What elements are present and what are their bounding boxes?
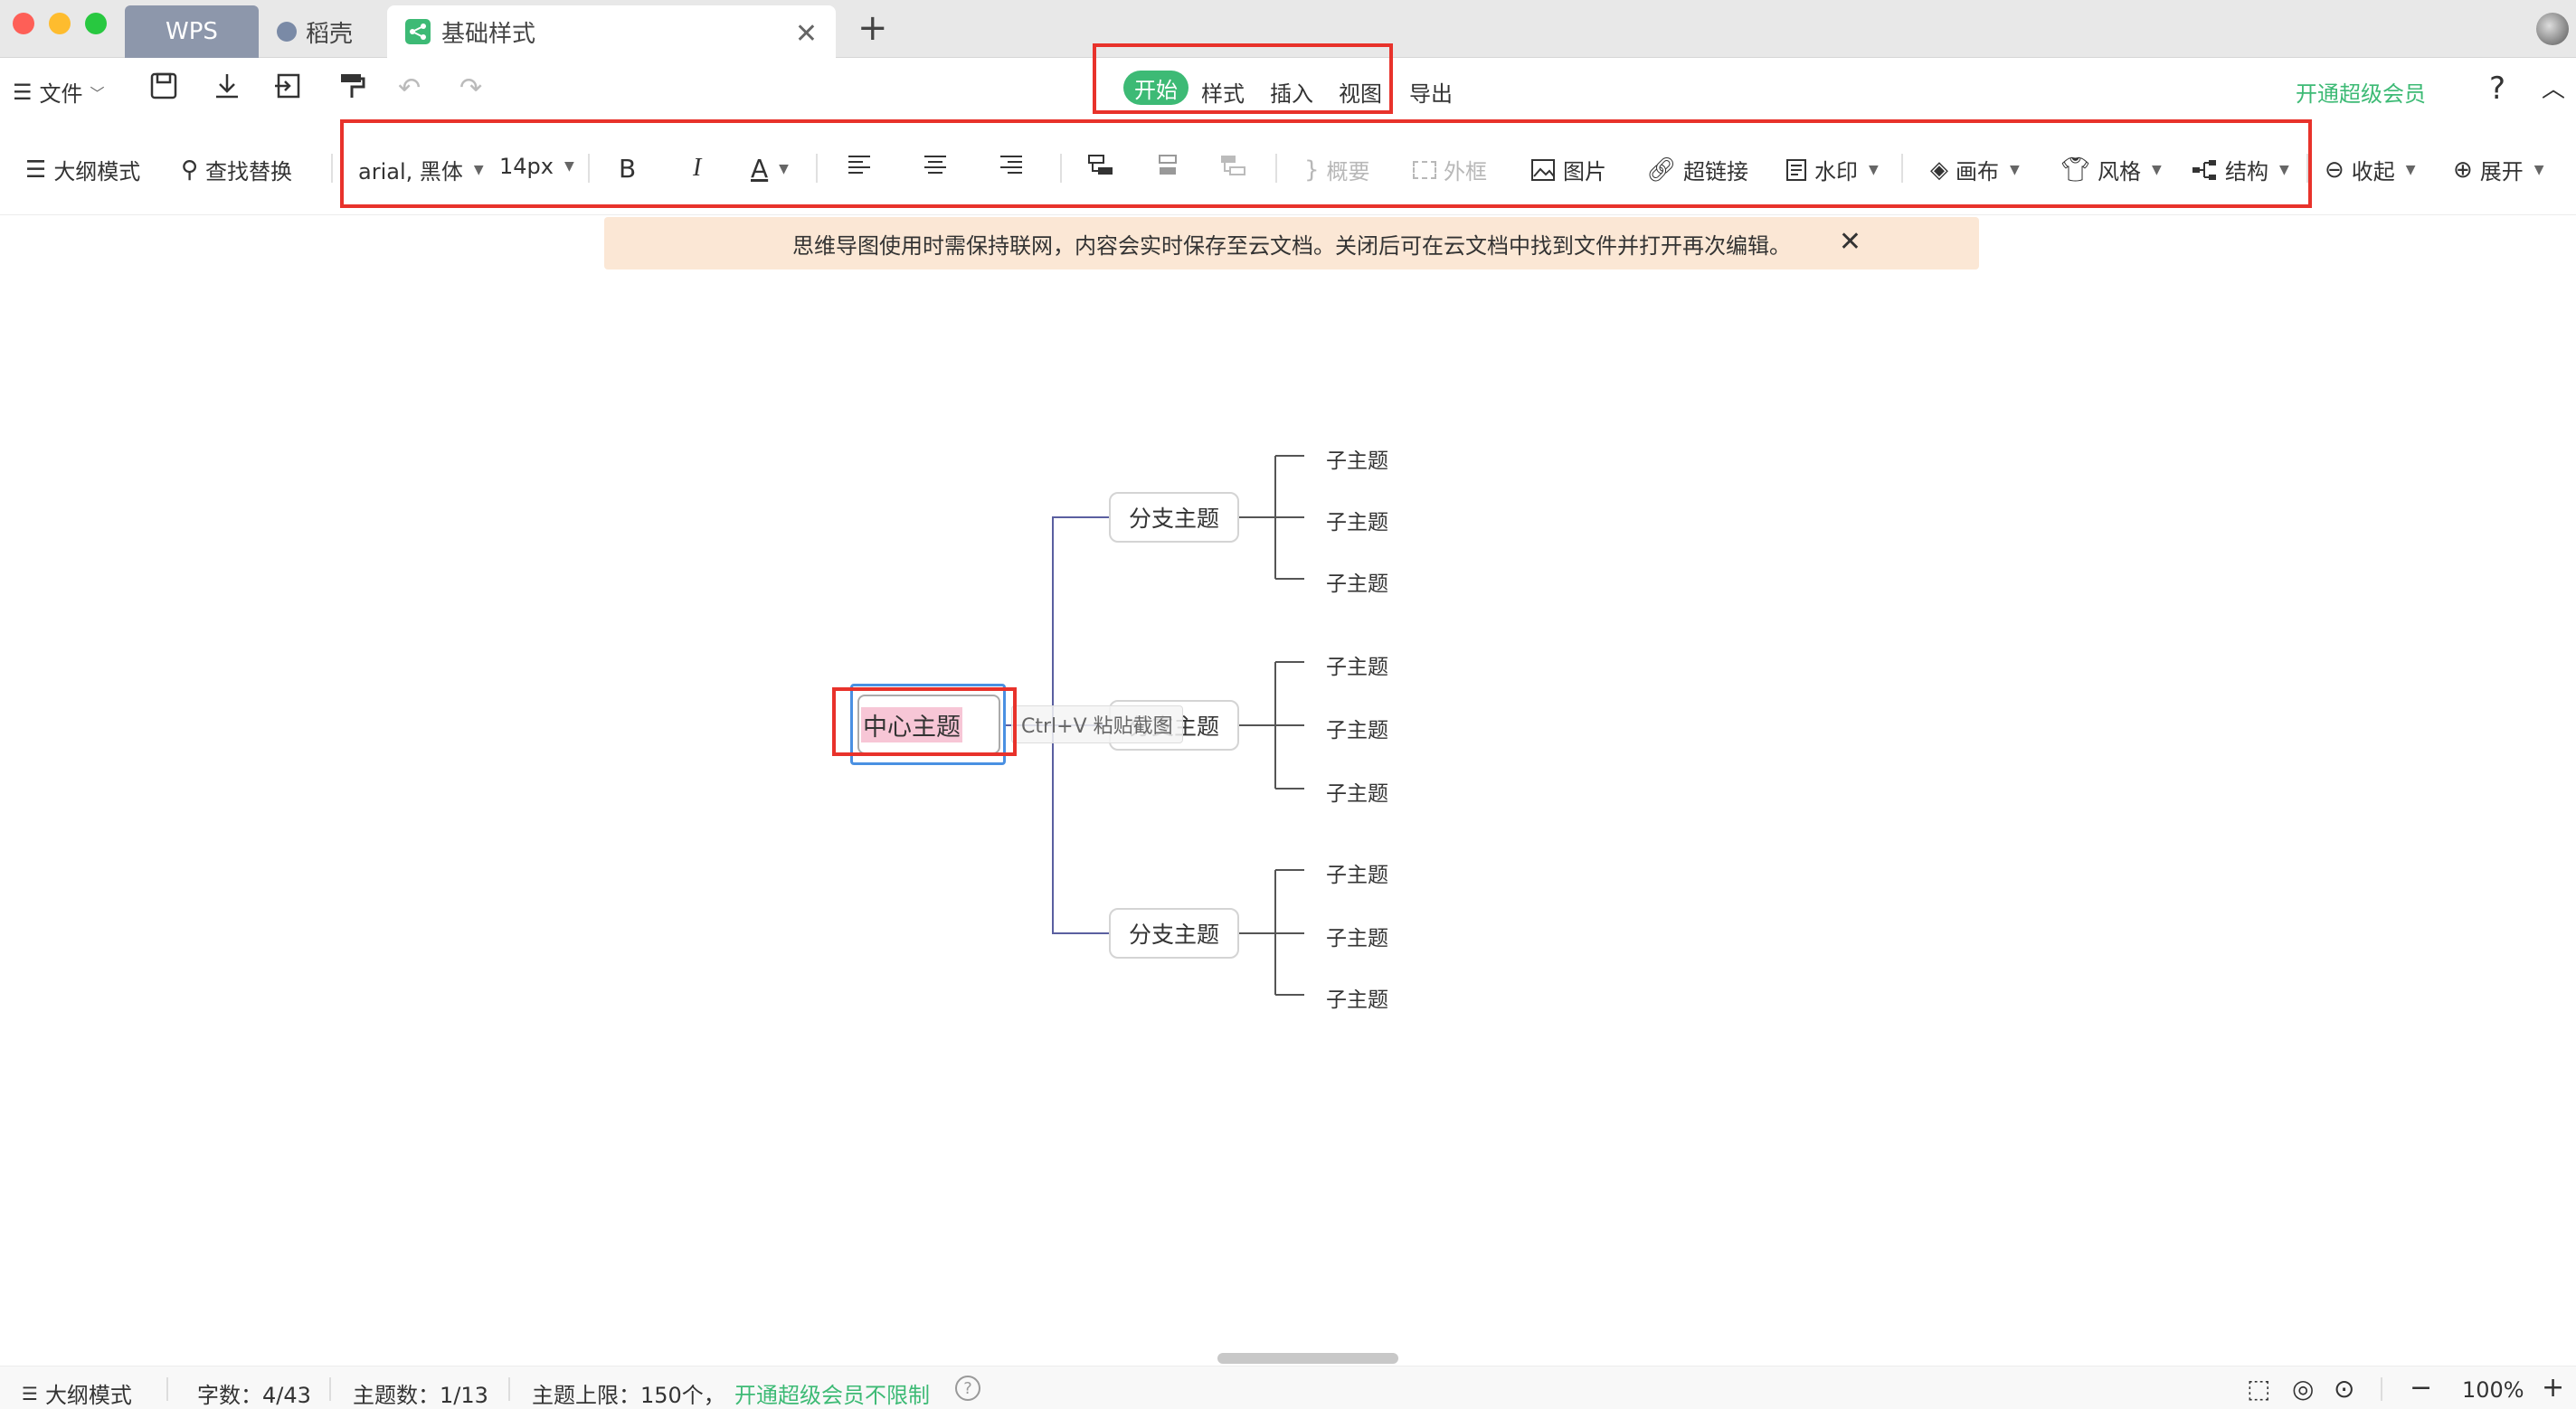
status-bar: ☰ 大纲模式 字数：4/43 主题数：1/13 主题上限：150个， 开通超级会… [0,1366,2576,1409]
subtopic[interactable]: 子主题 [1326,857,1388,888]
tab-mindmap-label: 基础样式 [441,20,536,48]
list-icon: ☰ [22,1382,38,1404]
save-icon[interactable] [148,71,179,107]
connector-lines [1004,455,1304,996]
minus-circle-icon: ⊖ [2325,156,2344,184]
outline-mode-label: 大纲模式 [53,159,141,184]
search-icon: ⚲ [181,156,199,184]
status-outline-label: 大纲模式 [44,1383,132,1408]
file-menu-label: 文件 [39,81,83,107]
format-painter-icon[interactable] [336,71,367,107]
vip-unlimited-link[interactable]: 开通超级会员不限制 [734,1377,930,1409]
list-icon: ☰ [25,156,47,184]
caret-down-icon: ▼ [2405,162,2416,177]
expand-label: 展开 [2479,159,2524,184]
minimize-window-button[interactable] [49,13,71,34]
plus-circle-icon: ⊕ [2453,156,2473,184]
user-avatar[interactable] [2536,13,2569,45]
word-count: 字数：4/43 [197,1383,311,1408]
close-notice-icon[interactable]: ✕ [1839,226,1861,258]
find-replace-button[interactable]: ⚲ 查找替换 [181,154,292,185]
subtopic[interactable]: 子主题 [1326,982,1388,1013]
new-tab-button[interactable]: + [857,7,888,49]
tab-export[interactable]: 导出 [1409,76,1453,108]
highlight-central-topic [832,687,1017,756]
subtopic[interactable]: 子主题 [1326,776,1388,807]
status-divider [166,1377,168,1401]
question-circle-icon[interactable]: ? [955,1376,980,1401]
outline-mode-button[interactable]: ☰ 大纲模式 [25,154,140,185]
subtopic[interactable]: 子主题 [1326,566,1388,597]
expand-button[interactable]: ⊕ 展开 ▼ [2453,154,2544,185]
collapse-label: 收起 [2351,159,2395,184]
find-replace-label: 查找替换 [205,159,293,184]
close-tab-icon[interactable]: ✕ [795,18,818,50]
tab-daoke-label: 稻壳 [306,20,354,48]
branch-topic-label: 分支主题 [1128,506,1219,532]
vip-link[interactable]: 开通超级会员 [2296,76,2426,108]
locate-target-icon[interactable]: ⊙ [2334,1374,2354,1404]
toolbar-divider [331,154,333,183]
branch-topic-label: 分支主题 [1128,922,1219,948]
subtopic[interactable]: 子主题 [1326,921,1388,951]
collapse-ribbon-icon[interactable]: ︿ [2542,71,2565,104]
maximize-window-button[interactable] [85,13,107,34]
select-tool-icon[interactable]: ⬚ [2247,1374,2270,1404]
zoom-out-button[interactable]: − [2410,1372,2432,1404]
tab-wps[interactable]: WPS [125,5,259,58]
subtopic[interactable]: 子主题 [1326,505,1388,535]
paste-hint-tooltip: Ctrl+V 粘贴截图 [1011,705,1183,743]
undo-icon[interactable]: ↶ [398,72,421,104]
hide-eye-icon[interactable]: ◎ [2292,1374,2314,1404]
topic-limit: 主题上限：150个， [532,1383,725,1408]
redo-icon[interactable]: ↷ [459,72,482,104]
chevron-down-icon: ﹀ [90,84,105,102]
status-divider [2381,1377,2382,1401]
export-icon[interactable] [273,71,304,107]
status-outline-mode-button[interactable]: ☰ 大纲模式 [22,1377,132,1409]
branch-topic[interactable]: 分支主题 [1109,492,1239,543]
help-button[interactable]: ? [2489,71,2505,107]
status-divider [329,1377,331,1401]
download-icon[interactable] [212,71,242,107]
branch-topic[interactable]: 分支主题 [1109,908,1239,959]
tab-mindmap-document[interactable]: 基础样式 ✕ [387,5,836,58]
notice-text: 思维导图使用时需保持联网，内容会实时保存至云文档。关闭后可在云文档中找到文件并打… [792,232,1791,259]
zoom-in-button[interactable]: + [2542,1372,2564,1404]
subtopic[interactable]: 子主题 [1326,443,1388,474]
paste-hint-text: Ctrl+V 粘贴截图 [1021,715,1173,738]
close-window-button[interactable] [13,13,34,34]
mindmap-canvas[interactable]: 分支主题 分支主题 分支主题 子主题 子主题 子主题 子主题 子主题 子主题 子… [0,271,2576,1366]
notice-banner: 思维导图使用时需保持联网，内容会实时保存至云文档。关闭后可在云文档中找到文件并打… [604,217,1979,270]
tab-wps-label: WPS [166,18,218,45]
highlight-menu-tabs [1093,43,1393,114]
highlight-toolbar [340,119,2312,208]
mindmap-doc-icon [405,19,431,44]
subtopic[interactable]: 子主题 [1326,649,1388,680]
horizontal-scrollbar[interactable] [1217,1353,1398,1364]
collapse-button[interactable]: ⊖ 收起 ▼ [2325,154,2416,185]
subtopic[interactable]: 子主题 [1326,713,1388,743]
daoke-icon [277,22,297,42]
zoom-level[interactable]: 100% [2462,1377,2524,1403]
status-divider [508,1377,510,1401]
caret-down-icon: ▼ [2533,162,2544,177]
tab-daoke[interactable]: 稻壳 [271,5,380,58]
file-menu[interactable]: ☰ 文件 ﹀ [13,76,105,108]
hamburger-icon: ☰ [13,79,33,105]
topic-count: 主题数：1/13 [353,1383,488,1408]
